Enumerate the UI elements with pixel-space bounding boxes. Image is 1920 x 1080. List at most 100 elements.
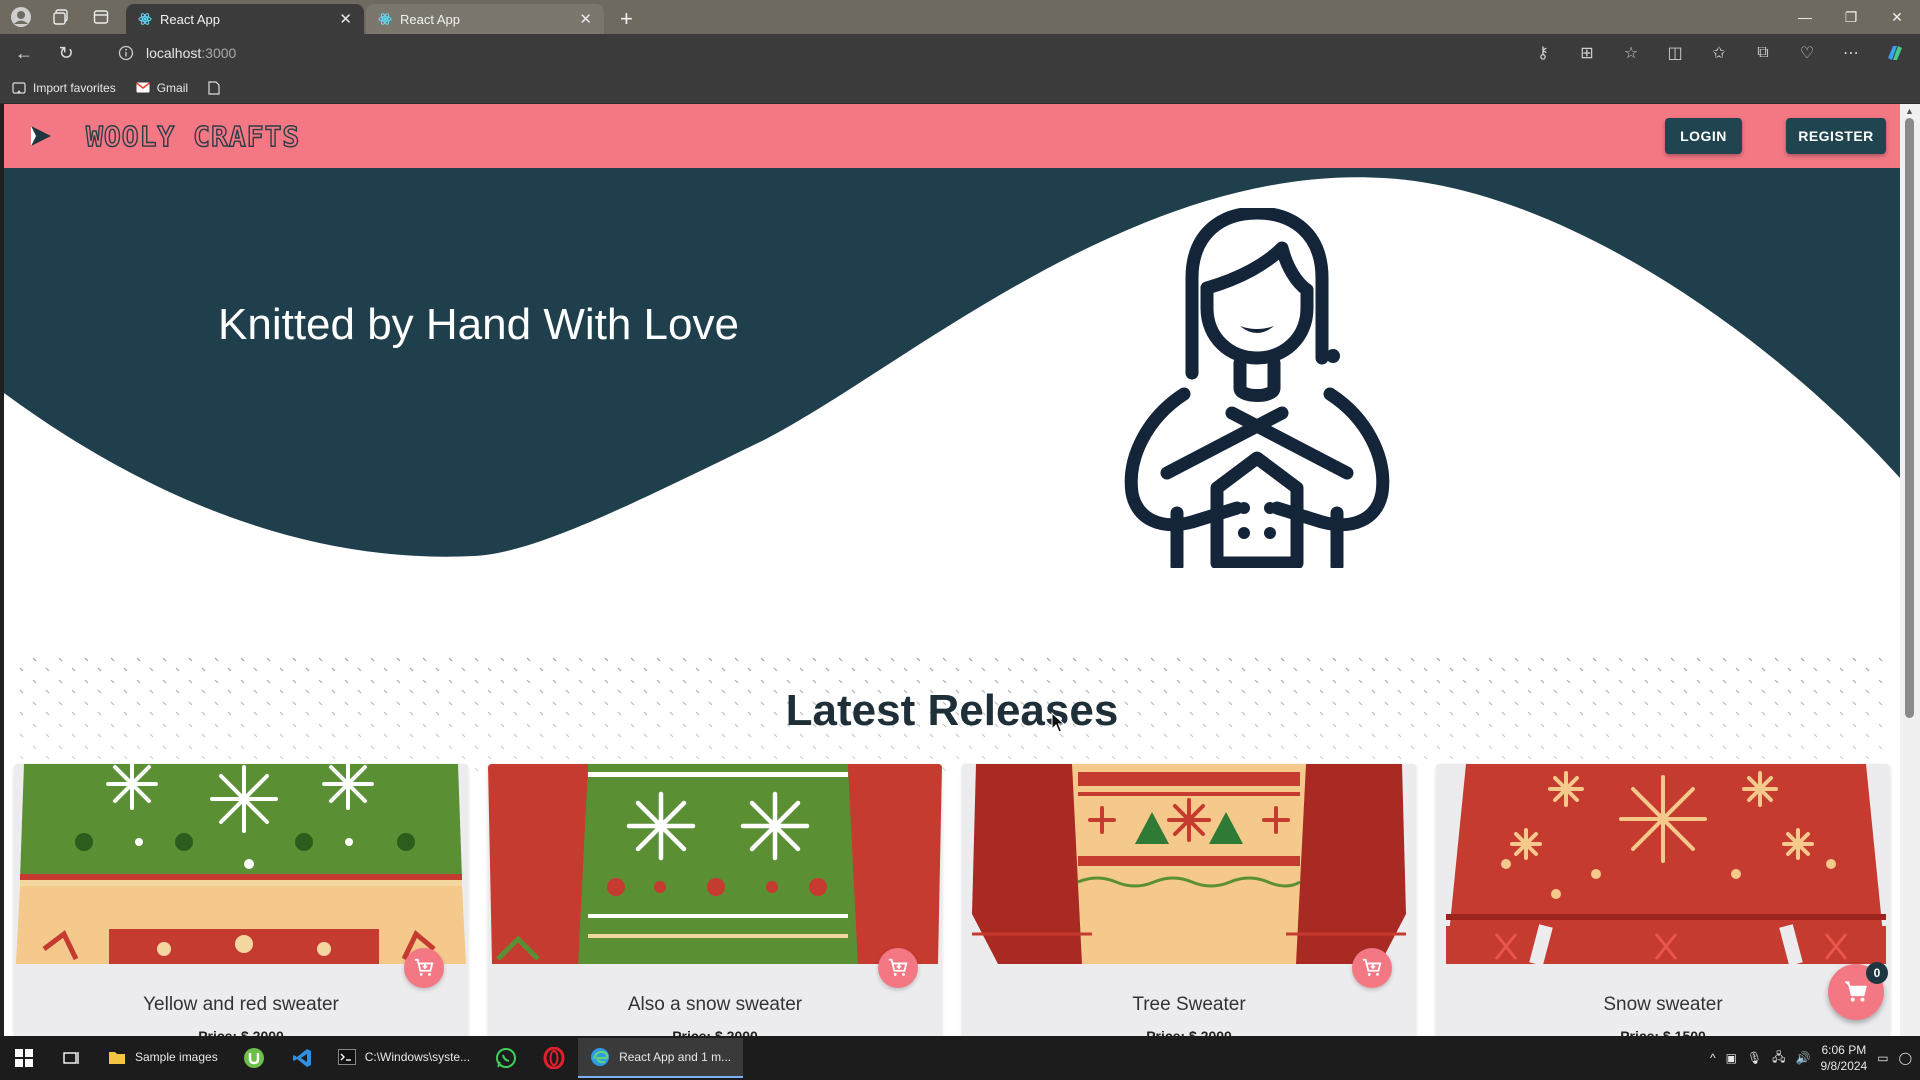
taskbar-app-label: Sample images: [135, 1050, 218, 1064]
new-tab-button[interactable]: +: [606, 4, 647, 34]
add-cart-icon: [414, 958, 434, 976]
favorites-bar: Import favorites Gmail: [0, 72, 1920, 104]
clock-date: 9/8/2024: [1820, 1059, 1868, 1073]
brand-logo[interactable]: WOOLY CRAFTS: [85, 119, 300, 153]
knitting-woman-illustration: [1124, 208, 1390, 568]
product-price: Price: $ 2000: [1146, 1028, 1232, 1036]
gmail-icon: [135, 82, 150, 93]
task-view-icon[interactable]: [48, 1036, 96, 1080]
titlebar-icons: [0, 0, 126, 34]
tab-actions-icon[interactable]: [90, 6, 112, 28]
cart-fab-button[interactable]: 0: [1828, 962, 1888, 1020]
hero-title: Knitted by Hand With Love: [218, 300, 739, 349]
taskbar-edge-browser[interactable]: React App and 1 m...: [578, 1038, 744, 1078]
address-bar: ← ↻ localhost:3000 ⚷ ⊞ ☆ ◫ ✩ ⧉ ♡ ⋯: [0, 34, 1920, 72]
import-icon: [12, 81, 26, 94]
shopping-cart-icon: [1845, 981, 1867, 1002]
product-image: [1436, 764, 1890, 964]
restore-icon[interactable]: ❐: [1828, 0, 1874, 34]
folder-icon: [109, 1052, 125, 1064]
url-port: :3000: [201, 45, 237, 61]
minimize-icon[interactable]: —: [1782, 0, 1828, 34]
import-favorites-link[interactable]: Import favorites: [12, 81, 116, 95]
product-image: [962, 764, 1416, 964]
product-card[interactable]: Tree Sweater Price: $ 2000: [962, 764, 1416, 1036]
product-price: Price: $ 1500: [1620, 1028, 1706, 1036]
react-favicon-icon: [138, 13, 152, 25]
product-name: Yellow and red sweater: [143, 994, 339, 1015]
browser-titlebar: React App ✕ React App ✕ + — ❐ ✕: [0, 0, 1920, 34]
taskbar-terminal[interactable]: C:\Windows\syste...: [326, 1038, 482, 1078]
product-price: Price: $ 2000: [198, 1028, 284, 1036]
more-icon[interactable]: ⋯: [1838, 40, 1864, 66]
cart-count-badge: 0: [1866, 962, 1888, 984]
play-logo-icon[interactable]: [26, 121, 56, 151]
gmail-label: Gmail: [156, 80, 189, 95]
notifications-icon[interactable]: ▭: [1877, 1051, 1888, 1065]
profile-icon[interactable]: [10, 6, 32, 28]
edge-icon: [591, 1048, 610, 1066]
url-input[interactable]: localhost:3000: [108, 38, 1508, 68]
system-clock[interactable]: 6:06 PM 9/8/2024: [1821, 1042, 1868, 1074]
window-controls: — ❐ ✕: [1782, 0, 1920, 34]
favorites-icon[interactable]: ✩: [1706, 40, 1732, 66]
back-icon[interactable]: ←: [6, 37, 42, 69]
microphone-icon[interactable]: 🎙: [1747, 1051, 1762, 1065]
hero-wave-background: [4, 168, 1900, 557]
show-desktop-icon[interactable]: ◯: [1899, 1051, 1912, 1065]
add-to-cart-button[interactable]: [1352, 948, 1392, 988]
gmail-link[interactable]: Gmail: [135, 80, 189, 95]
url-text: localhost:3000: [146, 45, 236, 61]
product-list: Yellow and red sweater Price: $ 2000 Als…: [14, 764, 1894, 1036]
product-name: Tree Sweater: [1132, 994, 1246, 1015]
refresh-icon[interactable]: ↻: [48, 37, 84, 69]
collections-icon[interactable]: ⧉: [1750, 40, 1776, 66]
close-tab-icon[interactable]: ✕: [339, 10, 352, 28]
login-button[interactable]: LOGIN: [1665, 118, 1742, 154]
product-name: Snow sweater: [1603, 994, 1723, 1015]
vscode-icon[interactable]: [278, 1036, 326, 1080]
opera-icon[interactable]: [530, 1036, 578, 1080]
tray-overflow-icon[interactable]: ^: [1710, 1051, 1716, 1065]
apps-icon[interactable]: ⊞: [1574, 40, 1600, 66]
copilot-icon[interactable]: [1882, 40, 1908, 66]
add-to-cart-button[interactable]: [404, 948, 444, 988]
product-card[interactable]: Yellow and red sweater Price: $ 2000: [14, 764, 468, 1036]
network-icon[interactable]: 🖧: [1772, 1048, 1785, 1069]
terminal-icon: [337, 1049, 356, 1065]
key-icon[interactable]: ⚷: [1530, 40, 1556, 66]
react-favicon-icon: [378, 13, 392, 25]
section-title: Latest Releases: [785, 686, 1119, 735]
taskbar-app-label: C:\Windows\syste...: [364, 1050, 471, 1064]
tab-react-app-2[interactable]: React App ✕: [366, 4, 604, 34]
site-info-icon[interactable]: [118, 45, 134, 61]
scroll-up-icon[interactable]: ▲: [1905, 106, 1914, 116]
split-screen-icon[interactable]: ◫: [1662, 40, 1688, 66]
register-button[interactable]: REGISTER: [1786, 118, 1886, 154]
workspaces-icon[interactable]: [50, 6, 72, 28]
tab-title: React App: [160, 11, 220, 27]
taskbar-file-explorer[interactable]: Sample images: [96, 1038, 230, 1078]
whatsapp-icon[interactable]: [482, 1036, 530, 1080]
close-window-icon[interactable]: ✕: [1874, 0, 1920, 34]
product-card[interactable]: Also a snow sweater Price: $ 2000: [488, 764, 942, 1036]
utorrent-icon[interactable]: [230, 1036, 278, 1080]
meet-now-icon[interactable]: ▣: [1726, 1051, 1737, 1065]
add-cart-icon: [1362, 958, 1382, 976]
volume-icon[interactable]: 🔊: [1796, 1051, 1811, 1065]
product-card[interactable]: Snow sweater Price: $ 1500: [1436, 764, 1890, 1036]
taskbar-app-label: React App and 1 m...: [619, 1050, 732, 1064]
close-tab-icon[interactable]: ✕: [579, 10, 592, 28]
favorite-star-icon[interactable]: ☆: [1618, 40, 1644, 66]
page-scrollbar[interactable]: ▲: [1900, 104, 1920, 1036]
mouse-cursor-icon: [1051, 712, 1065, 733]
browser-essentials-icon[interactable]: ♡: [1794, 40, 1820, 66]
web-page: WOOLY CRAFTS LOGIN REGISTER Knitted by H…: [4, 104, 1900, 1036]
bookmark-page-icon[interactable]: [208, 80, 220, 95]
tab-title: React App: [400, 11, 460, 27]
scrollbar-thumb[interactable]: [1905, 118, 1914, 718]
product-image: [488, 764, 942, 964]
windows-start-icon[interactable]: [0, 1036, 48, 1080]
add-to-cart-button[interactable]: [878, 948, 918, 988]
tab-react-app-1[interactable]: React App ✕: [126, 4, 364, 34]
